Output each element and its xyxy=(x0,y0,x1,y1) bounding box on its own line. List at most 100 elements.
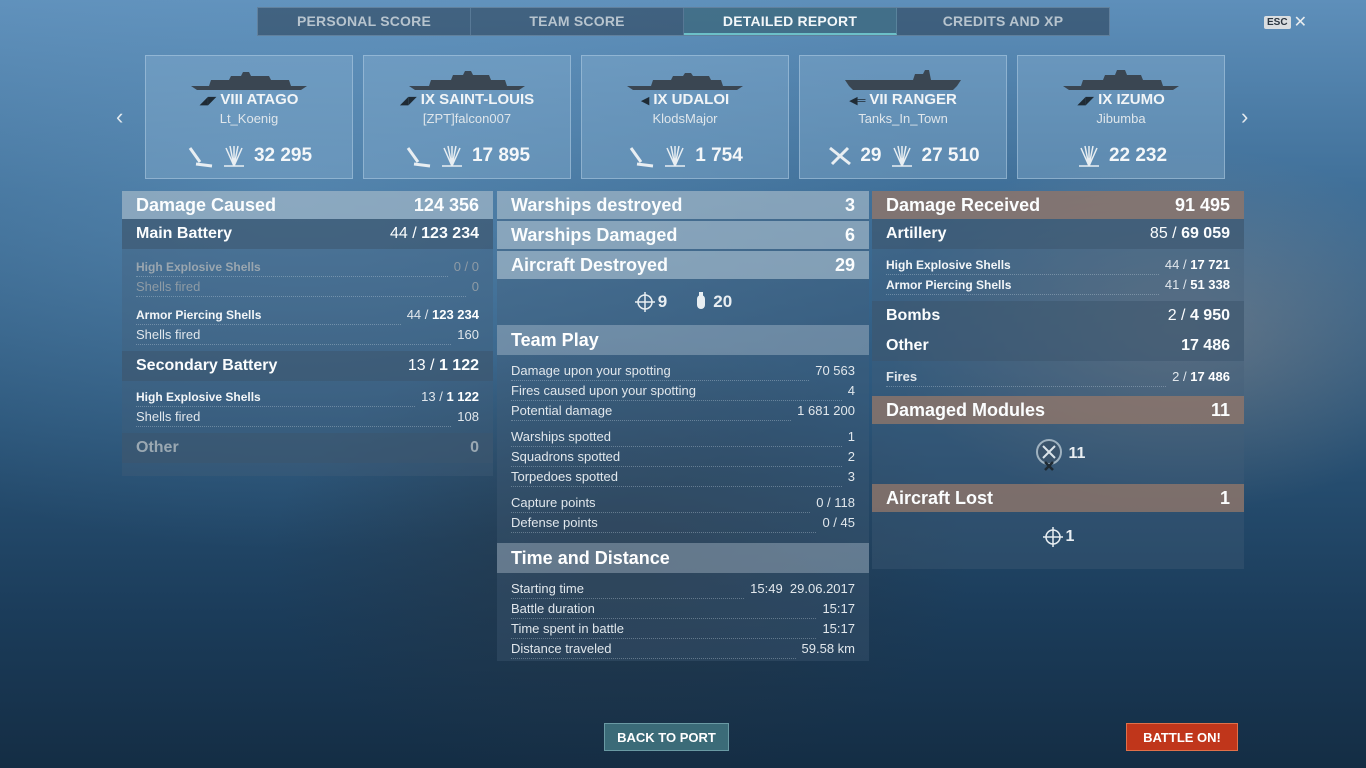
esc-key-label: ESC xyxy=(1264,15,1291,29)
class-icon: ◀═ xyxy=(849,95,866,107)
time-row: Battle duration 15:17 xyxy=(497,599,869,619)
damage-icon xyxy=(1078,145,1099,167)
damage-icon xyxy=(891,145,912,167)
ship-silhouette-icon xyxy=(845,70,961,90)
torpedo-hit-icon xyxy=(188,147,213,168)
aircraft-destroyed-icon xyxy=(829,146,852,166)
damage-received-header: Damage Received 91 495 xyxy=(872,191,1244,219)
fighter-icon xyxy=(634,292,655,312)
ship-name: VIII ATAGO xyxy=(220,91,299,108)
team-play-row: Damage upon your spotting 70 563 xyxy=(497,361,869,381)
time-row: Time spent in battle 15:17 xyxy=(497,619,869,639)
damage-icon xyxy=(665,145,686,167)
damage-received-panel: Damage Received 91 495 Artillery 85 / 69 … xyxy=(872,191,1244,569)
bombs-header: Bombs 2 / 4 950 xyxy=(872,301,1244,331)
tab-credits-xp[interactable]: CREDITS AND XP xyxy=(897,8,1109,35)
battle-on-button[interactable]: BATTLE ON! xyxy=(1126,723,1238,751)
he-shells-row: High Explosive Shells 0 / 0 xyxy=(122,257,493,277)
damage-caused-panel: Damage Caused 124 356 Main Battery 44 / … xyxy=(122,191,493,476)
ship-silhouette-icon xyxy=(409,71,525,90)
secondary-fired-row: Shells fired 108 xyxy=(122,407,493,427)
ship-card[interactable]: ◀ IX UDALOI KlodsMajor 1 754 xyxy=(581,55,789,179)
fires-row: Fires 2 / 17 486 xyxy=(872,367,1244,387)
ship-damage-value: 32 295 xyxy=(253,145,313,166)
class-icon: ◢◤ xyxy=(199,95,217,107)
aircraft-destroyed-value: 29 xyxy=(860,145,882,166)
secondary-he-row: High Explosive Shells 13 / 1 122 xyxy=(122,387,493,407)
fighters-destroyed-value: 9 xyxy=(657,292,668,311)
class-icon: ◢◤ xyxy=(399,95,417,107)
warships-destroyed-header: Warships destroyed 3 xyxy=(497,191,869,219)
tab-personal-score[interactable]: PERSONAL SCORE xyxy=(258,8,471,35)
ship-card[interactable]: ◢◤ IX IZUMO Jibumba 22 232 xyxy=(1017,55,1225,179)
other-damage-header: Other 0 xyxy=(122,433,493,463)
tab-detailed-report[interactable]: DETAILED REPORT xyxy=(684,8,897,35)
other-received-header: Other 17 486 xyxy=(872,331,1244,361)
close-icon: ✕ xyxy=(1293,14,1307,31)
ship-damage-value: 17 895 xyxy=(471,145,531,166)
received-he-row: High Explosive Shells 44 / 17 721 xyxy=(872,255,1244,275)
spotting-row: Warships spotted 1 xyxy=(497,427,869,447)
spotting-row: Torpedoes spotted 3 xyxy=(497,467,869,487)
aircraft-lost-header: Aircraft Lost 1 xyxy=(872,484,1244,512)
modules-count: 11 xyxy=(1068,445,1086,462)
damaged-modules-header: Damaged Modules 11 xyxy=(872,396,1244,424)
aircraft-lost-breakdown: 1 xyxy=(872,512,1244,562)
ship-silhouette-icon xyxy=(1063,70,1179,90)
ship-name: VII RANGER xyxy=(869,91,957,108)
damage-icon xyxy=(223,145,244,167)
bombers-destroyed-value: 20 xyxy=(713,292,733,311)
points-row: Capture points 0 / 118 xyxy=(497,493,869,513)
ship-silhouette-icon xyxy=(191,72,307,90)
torpedo-hit-icon xyxy=(629,147,654,168)
back-to-port-button[interactable]: BACK TO PORT xyxy=(604,723,729,751)
player-name: Jibumba xyxy=(1096,111,1146,126)
time-distance-header: Time and Distance xyxy=(497,543,869,573)
ship-name: IX UDALOI xyxy=(653,91,730,108)
ship-card[interactable]: ◢◤ VIII ATAGO Lt_Koenig 32 295 xyxy=(145,55,353,179)
middle-panel: Warships destroyed 3 Warships Damaged 6 Ai… xyxy=(497,191,869,661)
close-button[interactable]: ESC ✕ xyxy=(1264,12,1307,32)
tab-team-score[interactable]: TEAM SCORE xyxy=(471,8,684,35)
class-icon: ◀ xyxy=(640,95,650,107)
spotting-row: Squadrons spotted 2 xyxy=(497,447,869,467)
secondary-battery-header: Secondary Battery 13 / 1 122 xyxy=(122,351,493,381)
fighter-icon xyxy=(1042,527,1063,547)
report-tabs: PERSONAL SCORE TEAM SCORE DETAILED REPOR… xyxy=(257,7,1110,36)
warships-damaged-header: Warships Damaged 6 xyxy=(497,221,869,249)
bomber-icon xyxy=(697,292,706,309)
modules-breakdown: 11 xyxy=(872,424,1244,484)
ap-shells-fired-row: Shells fired 160 xyxy=(122,325,493,345)
team-play-row: Fires caused upon your spotting 4 xyxy=(497,381,869,401)
aircraft-lost-count: 1 xyxy=(1065,528,1075,545)
player-name: Tanks_In_Town xyxy=(858,111,948,126)
aircraft-destroyed-header: Aircraft Destroyed 29 xyxy=(497,251,869,279)
ship-damage-value: 1 754 xyxy=(695,145,743,166)
received-ap-row: Armor Piercing Shells 41 / 51 338 xyxy=(872,275,1244,295)
ship-card[interactable]: ◀═ VII RANGER Tanks_In_Town 29 27 510 xyxy=(799,55,1007,179)
aircraft-breakdown: 9 20 xyxy=(497,279,869,325)
player-name: KlodsMajor xyxy=(652,111,718,126)
player-name: [ZPT]falcon007 xyxy=(422,111,512,126)
damage-caused-header: Damage Caused 124 356 xyxy=(122,191,493,219)
ship-name: IX IZUMO xyxy=(1098,91,1165,108)
chevron-left-icon[interactable]: ‹ xyxy=(116,104,123,130)
class-icon: ◢◤ xyxy=(1077,95,1095,107)
main-battery-header: Main Battery 44 / 123 234 xyxy=(122,219,493,249)
he-shells-fired-row: Shells fired 0 xyxy=(122,277,493,297)
ap-shells-row: Armor Piercing Shells 44 / 123 234 xyxy=(122,305,493,325)
damage-icon xyxy=(441,145,462,167)
ship-damage-value: 27 510 xyxy=(921,145,980,166)
time-row: Starting time 15:49 29.06.2017 xyxy=(497,579,869,599)
ship-damage-value: 22 232 xyxy=(1108,145,1168,166)
team-play-header: Team Play xyxy=(497,325,869,355)
ship-silhouette-icon xyxy=(627,73,743,90)
team-play-row: Potential damage 1 681 200 xyxy=(497,401,869,421)
module-damaged-icon xyxy=(1035,439,1062,471)
ship-name: IX SAINT-LOUIS xyxy=(420,91,535,108)
time-row: Distance traveled 59.58 km xyxy=(497,639,869,659)
player-name: Lt_Koenig xyxy=(219,111,279,126)
ship-card[interactable]: ◢◤ IX SAINT-LOUIS [ZPT]falcon007 17 895 xyxy=(363,55,571,179)
torpedo-hit-icon xyxy=(406,147,431,168)
chevron-right-icon[interactable]: › xyxy=(1241,104,1248,130)
